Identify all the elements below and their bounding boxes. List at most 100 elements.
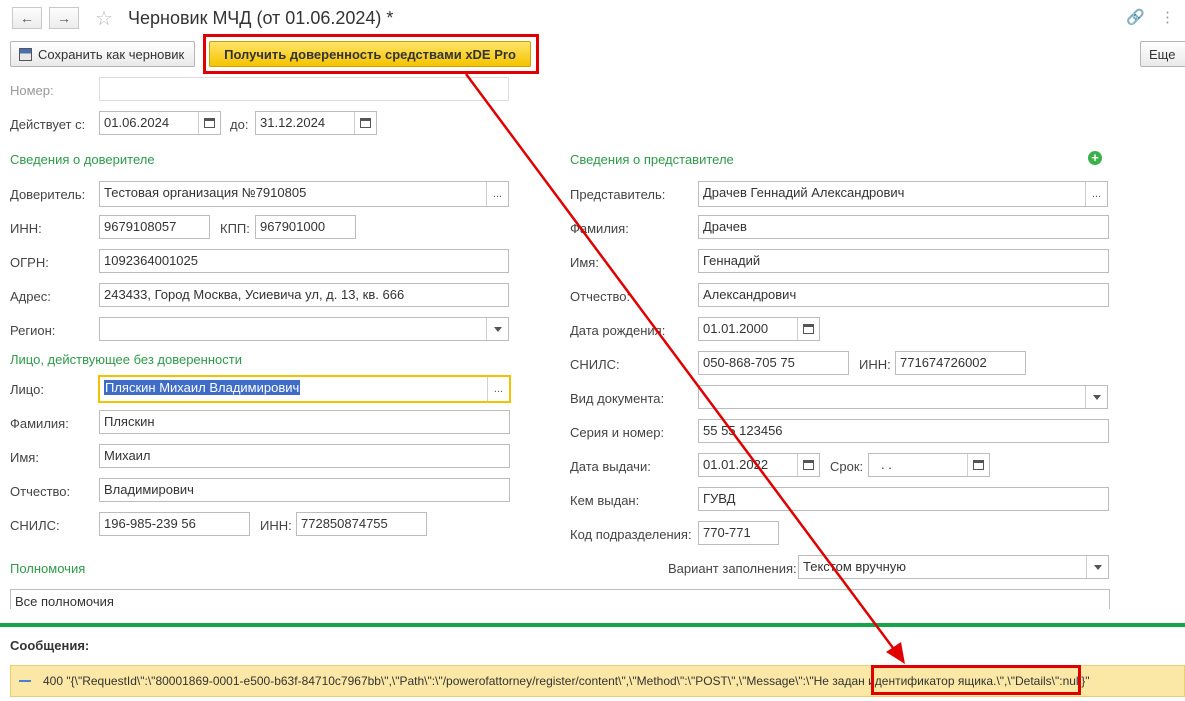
powers-text-area[interactable]: Все полномочия — [10, 589, 1110, 609]
doc-type-field[interactable] — [698, 385, 1108, 409]
highlight-box-message — [871, 665, 1081, 695]
kpp-field[interactable]: 967901000 — [255, 215, 356, 239]
term-field[interactable]: . . — [868, 453, 990, 477]
address-field[interactable]: 243433, Город Москва, Усиевича ул, д. 13… — [99, 283, 509, 307]
signer-section-title: Лицо, действующее без доверенности — [10, 352, 242, 367]
series-label: Серия и номер: — [570, 425, 665, 440]
signer-surname-label: Фамилия: — [10, 416, 69, 431]
rep-surname-field[interactable]: Драчев — [698, 215, 1109, 239]
principal-section-title: Сведения о доверителе — [10, 152, 155, 167]
add-icon[interactable]: + — [1088, 151, 1102, 165]
star-icon[interactable]: ☆ — [95, 6, 113, 31]
rep-birth-label: Дата рождения: — [570, 323, 666, 338]
more-vertical-icon[interactable]: ⋮ — [1160, 8, 1175, 26]
principal-value: Тестовая организация №7910805 — [104, 185, 307, 200]
signer-name-label: Имя: — [10, 450, 39, 465]
rep-birth-value: 01.01.2000 — [703, 321, 769, 336]
dept-code-field[interactable]: 770-771 — [698, 521, 779, 545]
inn-label: ИНН: — [10, 221, 42, 236]
rep-patronymic-label: Отчество: — [570, 289, 631, 304]
signer-snils-field[interactable]: 196-985-239 56 — [99, 512, 250, 536]
back-button[interactable]: ← — [12, 7, 42, 29]
select-button[interactable]: ... — [1085, 182, 1107, 206]
principal-field[interactable]: Тестовая организация №7910805 ... — [99, 181, 509, 207]
issue-date-field[interactable]: 01.01.2022 — [698, 453, 820, 477]
chevron-down-icon — [1092, 394, 1101, 400]
rep-patronymic-field[interactable]: Александрович — [698, 283, 1109, 307]
valid-to-value: 31.12.2024 — [260, 115, 326, 130]
dropdown-button[interactable] — [1085, 386, 1107, 408]
signer-patronymic-field[interactable]: Владимирович — [99, 478, 510, 502]
window-title: Черновик МЧД (от 01.06.2024) * — [128, 8, 394, 28]
valid-from-field[interactable]: 01.06.2024 — [99, 111, 221, 135]
save-draft-button[interactable]: Сохранить как черновик — [10, 41, 195, 67]
signer-inn-label: ИНН: — [260, 518, 292, 533]
issued-by-label: Кем выдан: — [570, 493, 640, 508]
issue-date-label: Дата выдачи: — [570, 459, 651, 474]
calendar-button[interactable] — [967, 454, 989, 476]
dropdown-button[interactable] — [486, 318, 508, 340]
calendar-button[interactable] — [198, 112, 220, 134]
dropdown-button[interactable] — [1086, 556, 1108, 578]
fill-variant-value: Текстом вручную — [803, 559, 907, 574]
rep-surname-label: Фамилия: — [570, 221, 629, 236]
messages-title: Сообщения: — [10, 638, 90, 653]
more-button[interactable]: Еще — [1140, 41, 1185, 67]
calendar-icon — [803, 460, 814, 470]
region-field[interactable] — [99, 317, 509, 341]
select-button[interactable]: ... — [487, 377, 509, 401]
region-label: Регион: — [10, 323, 56, 338]
fill-variant-label: Вариант заполнения: — [668, 561, 797, 576]
rep-value: Драчев Геннадий Александрович — [703, 185, 905, 200]
rep-inn-field[interactable]: 771674726002 — [895, 351, 1026, 375]
person-value: Пляскин Михаил Владимирович — [104, 380, 301, 395]
signer-snils-label: СНИЛС: — [10, 518, 60, 533]
person-field[interactable]: Пляскин Михаил Владимирович ... — [99, 376, 510, 402]
inn-field[interactable]: 9679108057 — [99, 215, 210, 239]
signer-surname-field[interactable]: Пляскин — [99, 410, 510, 434]
dept-code-label: Код подразделения: — [570, 527, 692, 542]
fill-variant-field[interactable]: Текстом вручную — [798, 555, 1109, 579]
select-button[interactable]: ... — [486, 182, 508, 206]
arrow-left-icon: ← — [20, 10, 34, 26]
issue-date-value: 01.01.2022 — [703, 457, 769, 472]
address-label: Адрес: — [10, 289, 51, 304]
signer-patronymic-label: Отчество: — [10, 484, 71, 499]
issued-by-field[interactable]: ГУВД — [698, 487, 1109, 511]
calendar-icon — [204, 118, 215, 128]
valid-from-label: Действует с: — [10, 117, 86, 132]
ogrn-field[interactable]: 1092364001025 — [99, 249, 509, 273]
signer-inn-field[interactable]: 772850874755 — [296, 512, 427, 536]
rep-name-field[interactable]: Геннадий — [698, 249, 1109, 273]
collapse-icon[interactable] — [19, 680, 31, 682]
link-icon[interactable]: 🔗 — [1126, 8, 1145, 26]
rep-field[interactable]: Драчев Геннадий Александрович ... — [698, 181, 1108, 207]
kpp-label: КПП: — [220, 221, 250, 236]
valid-to-label: до: — [230, 117, 249, 132]
calendar-button[interactable] — [354, 112, 376, 134]
rep-label: Представитель: — [570, 187, 666, 202]
signer-name-field[interactable]: Михаил — [99, 444, 510, 468]
term-value: . . — [881, 457, 892, 472]
divider-bar — [0, 623, 1185, 627]
calendar-button[interactable] — [797, 454, 819, 476]
valid-from-value: 01.06.2024 — [104, 115, 170, 130]
calendar-icon — [360, 118, 371, 128]
calendar-button[interactable] — [797, 318, 819, 340]
powers-section-title: Полномочия — [10, 561, 86, 576]
series-field[interactable]: 55 55 123456 — [698, 419, 1109, 443]
rep-birth-field[interactable]: 01.01.2000 — [698, 317, 820, 341]
calendar-icon — [803, 324, 814, 334]
rep-snils-field[interactable]: 050-868-705 75 — [698, 351, 849, 375]
ogrn-label: ОГРН: — [10, 255, 49, 270]
valid-to-field[interactable]: 31.12.2024 — [255, 111, 377, 135]
chevron-down-icon — [493, 326, 502, 332]
highlight-box-button — [203, 34, 539, 74]
save-icon — [19, 47, 32, 61]
number-field[interactable] — [99, 77, 509, 101]
representative-section-title: Сведения о представителе — [570, 152, 734, 167]
rep-inn-label: ИНН: — [859, 357, 891, 372]
number-label: Номер: — [10, 83, 54, 98]
arrow-right-icon: → — [57, 10, 71, 26]
forward-button[interactable]: → — [49, 7, 79, 29]
